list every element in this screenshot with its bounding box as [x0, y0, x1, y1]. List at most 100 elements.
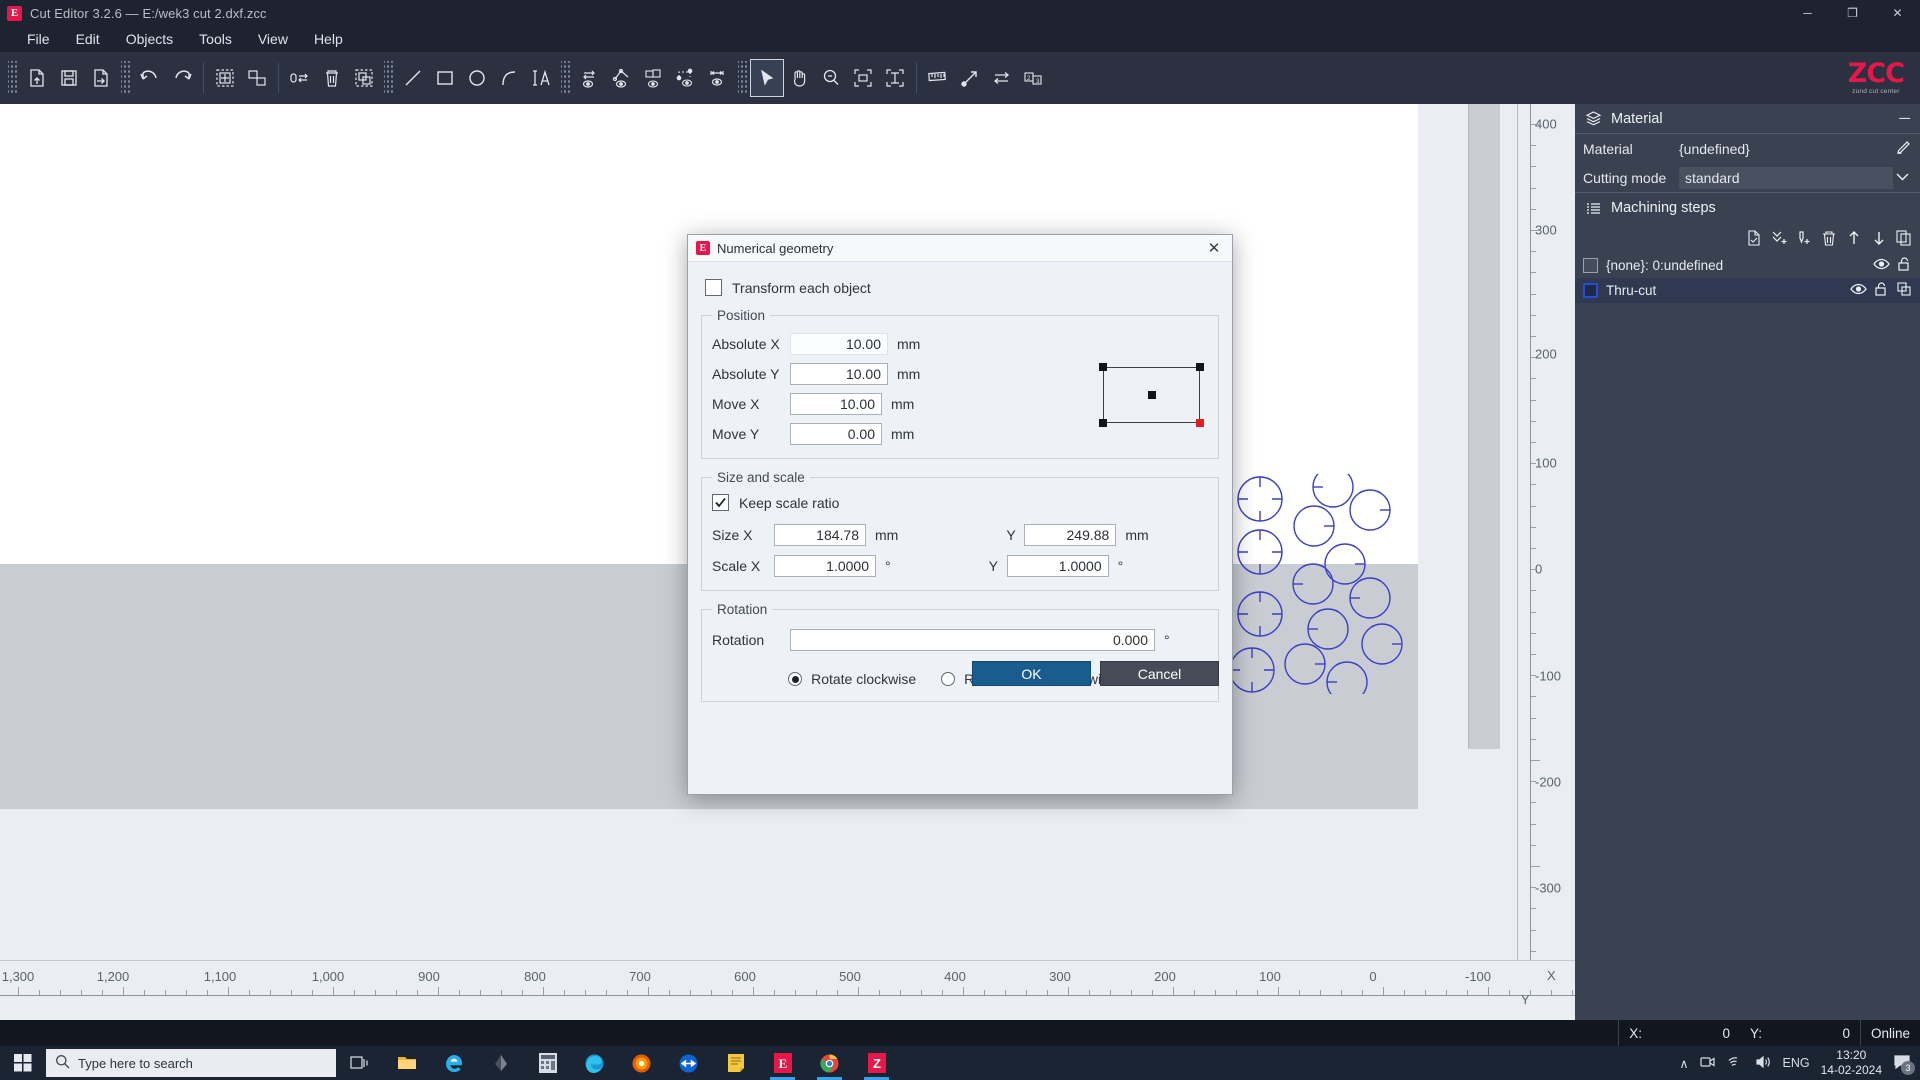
new-step-icon[interactable]	[1743, 228, 1764, 249]
circle-tool-icon[interactable]	[461, 60, 493, 96]
material-row[interactable]: Material {undefined}	[1575, 134, 1920, 163]
machining-step-row[interactable]: Thru-cut	[1575, 278, 1920, 303]
menu-tools[interactable]: Tools	[186, 28, 245, 50]
text-tool-icon[interactable]	[525, 60, 557, 96]
import-icon[interactable]	[21, 60, 53, 96]
delete-icon[interactable]	[316, 60, 348, 96]
pencil-icon[interactable]	[1895, 139, 1912, 159]
select-tool-icon[interactable]	[750, 59, 784, 97]
windows-icon[interactable]	[0, 1046, 46, 1080]
start-point-icon[interactable]	[954, 60, 986, 96]
eye-icon[interactable]	[1850, 282, 1867, 299]
add-all-icon[interactable]	[1768, 228, 1789, 249]
export-icon[interactable]	[85, 60, 117, 96]
menu-view[interactable]: View	[245, 28, 301, 50]
duplicate-icon[interactable]	[348, 60, 380, 96]
transform-each-object-row[interactable]: Transform each object	[705, 279, 1219, 296]
menu-objects[interactable]: Objects	[113, 28, 186, 50]
menu-edit[interactable]: Edit	[63, 28, 113, 50]
firefox-icon[interactable]	[618, 1046, 665, 1080]
zoom-tool-icon[interactable]	[815, 60, 847, 96]
absolute-x-input[interactable]: 10.00	[790, 333, 888, 355]
cutting-mode-value[interactable]: standard	[1679, 166, 1893, 189]
cutting-mode-row[interactable]: Cutting mode standard	[1575, 163, 1920, 192]
reverse-direction-icon[interactable]	[986, 60, 1018, 96]
notepad-icon[interactable]	[712, 1046, 759, 1080]
notifications-icon[interactable]: 3	[1893, 1053, 1915, 1075]
clock[interactable]: 13:20 14-02-2024	[1821, 1048, 1882, 1078]
scale-y-input[interactable]: 1.0000	[1006, 554, 1109, 577]
move-down-icon[interactable]	[1868, 228, 1889, 249]
anchor-handle-top-right[interactable]	[1196, 363, 1204, 371]
move-up-icon[interactable]	[1843, 228, 1864, 249]
chevron-down-icon[interactable]	[1893, 167, 1912, 189]
keep-scale-ratio-checkbox[interactable]	[712, 494, 729, 511]
transform-each-object-checkbox[interactable]	[705, 279, 722, 296]
anchor-handle-center[interactable]	[1147, 391, 1156, 399]
teamviewer-icon[interactable]	[665, 1046, 712, 1080]
cut-editor-icon[interactable]: E	[759, 1046, 806, 1080]
internet-explorer-icon[interactable]	[430, 1046, 477, 1080]
edge-icon[interactable]	[571, 1046, 618, 1080]
toolbar-grip[interactable]	[121, 61, 130, 95]
taskview-icon[interactable]	[336, 1046, 383, 1080]
menu-help[interactable]: Help	[301, 28, 356, 50]
pan-tool-icon[interactable]	[783, 60, 815, 96]
size-y-input[interactable]: 249.88	[1024, 523, 1117, 546]
size-x-input[interactable]: 184.78	[774, 523, 866, 546]
convert-icon[interactable]	[284, 60, 316, 96]
keep-scale-ratio-row[interactable]: Keep scale ratio	[712, 494, 1208, 511]
close-button[interactable]: ✕	[1875, 0, 1920, 26]
delete-step-icon[interactable]	[1818, 228, 1839, 249]
ok-button[interactable]: OK	[972, 661, 1091, 686]
step-color-swatch[interactable]	[1583, 258, 1598, 273]
eye-icon[interactable]	[1873, 257, 1890, 274]
wifi-icon[interactable]	[1727, 1055, 1744, 1072]
rotation-input[interactable]: 0.000	[790, 629, 1155, 651]
toolbar-grip[interactable]	[738, 61, 747, 95]
dialog-close-button[interactable]: ✕	[1196, 235, 1232, 262]
chrome-icon[interactable]	[806, 1046, 853, 1080]
zund-icon[interactable]: Z	[853, 1046, 900, 1080]
file-explorer-icon[interactable]	[383, 1046, 430, 1080]
cancel-button[interactable]: Cancel	[1100, 661, 1219, 686]
machining-step-row[interactable]: {none}: 0:undefined	[1575, 253, 1920, 278]
move-x-input[interactable]: 10.00	[790, 393, 882, 415]
anchor-handle-top-left[interactable]	[1099, 363, 1107, 371]
minimize-panel-button[interactable]: ─	[1899, 111, 1910, 126]
volume-icon[interactable]	[1755, 1055, 1772, 1072]
tray-expand-icon[interactable]: ∧	[1679, 1056, 1688, 1071]
numerical-geometry-dialog[interactable]: E Numerical geometry ✕ Transform each ob…	[687, 234, 1233, 795]
toolbar-grip[interactable]	[384, 61, 393, 95]
duplicate-icon[interactable]	[1896, 281, 1912, 300]
show-order-icon[interactable]	[638, 60, 670, 96]
absolute-y-input[interactable]: 10.00	[790, 363, 888, 385]
anchor-selector[interactable]	[1099, 363, 1204, 427]
camera-icon[interactable]	[1699, 1055, 1716, 1072]
toolbar-grip[interactable]	[561, 61, 570, 95]
sequence-icon[interactable]: 23	[1018, 60, 1050, 96]
move-y-input[interactable]: 0.00	[790, 423, 882, 445]
redo-icon[interactable]	[166, 60, 198, 96]
arc-tool-icon[interactable]	[493, 60, 525, 96]
paint3d-icon[interactable]	[477, 1046, 524, 1080]
step-color-swatch[interactable]	[1583, 283, 1598, 298]
cut-geometry[interactable]	[1230, 474, 1410, 694]
menu-file[interactable]: File	[14, 28, 63, 50]
group-icon[interactable]	[209, 60, 241, 96]
zoom-height-icon[interactable]	[879, 60, 911, 96]
save-icon[interactable]	[53, 60, 85, 96]
anchor-handle-bottom-left[interactable]	[1099, 419, 1107, 427]
zoom-fit-icon[interactable]	[847, 60, 879, 96]
show-points-icon[interactable]	[670, 60, 702, 96]
unlock-icon[interactable]	[1897, 256, 1912, 275]
minimize-button[interactable]: ─	[1785, 0, 1830, 26]
maximize-button[interactable]: ❐	[1830, 0, 1875, 26]
language-indicator[interactable]: ENG	[1783, 1056, 1810, 1070]
show-dimension-icon[interactable]	[702, 60, 734, 96]
undo-icon[interactable]	[134, 60, 166, 96]
anchor-handle-bottom-right[interactable]	[1196, 419, 1204, 427]
show-direction-icon[interactable]	[574, 60, 606, 96]
line-tool-icon[interactable]	[397, 60, 429, 96]
ungroup-icon[interactable]	[241, 60, 273, 96]
